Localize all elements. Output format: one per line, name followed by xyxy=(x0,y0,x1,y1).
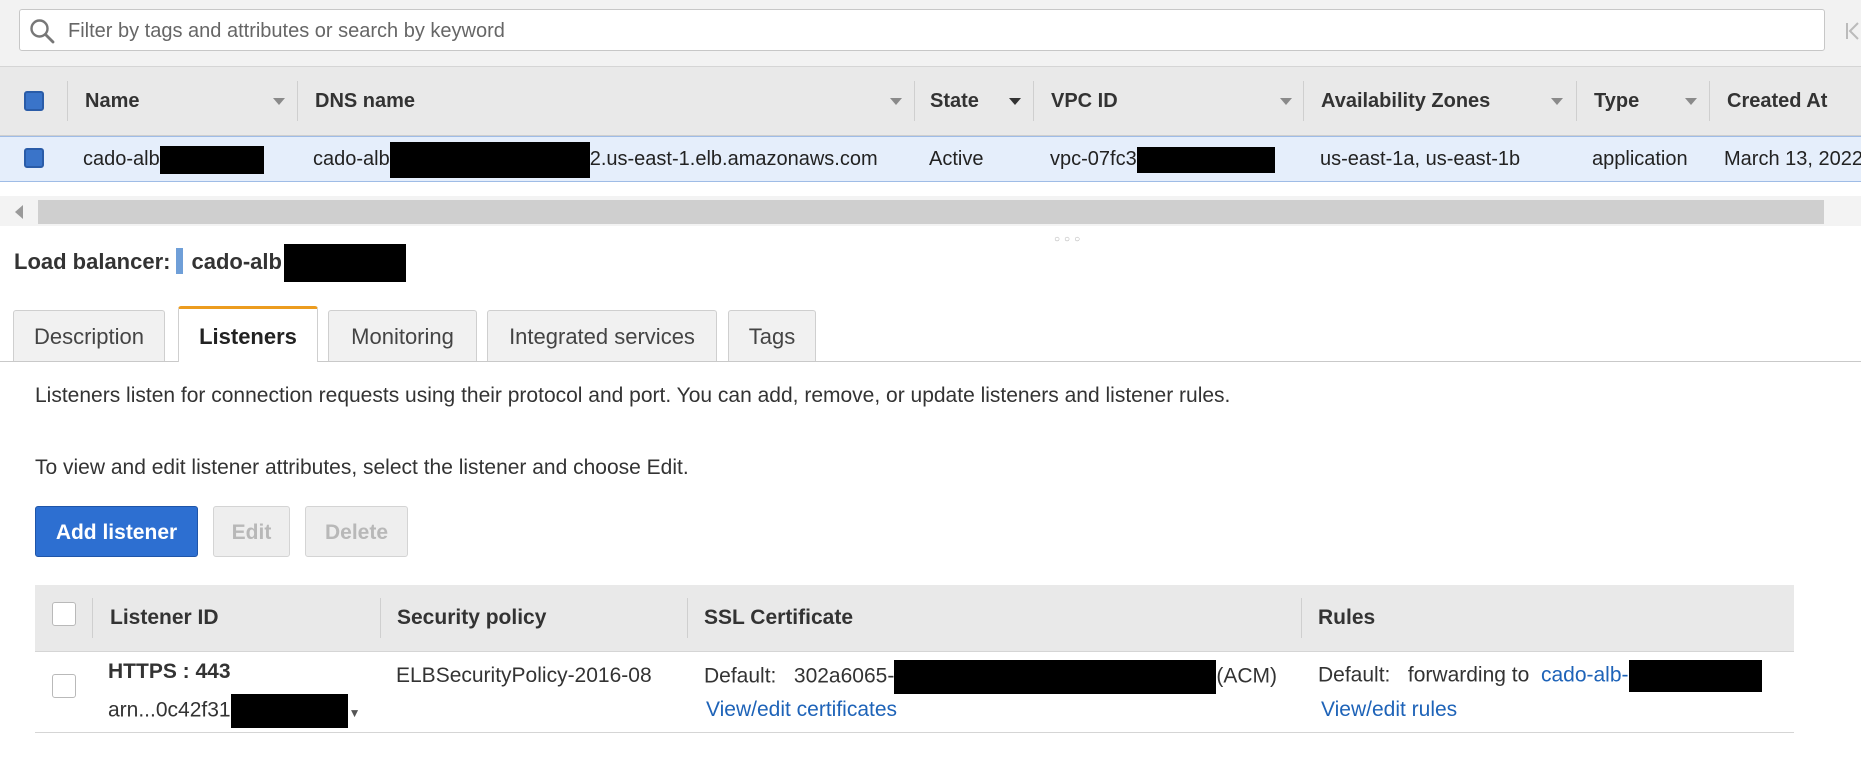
col-header-dns[interactable]: DNS name xyxy=(315,67,415,135)
scrollbar-thumb[interactable] xyxy=(38,200,1824,224)
details-title-name: cado-alb xyxy=(191,249,282,274)
listener-protocol-port: HTTPS : 443 xyxy=(108,660,231,683)
column-divider xyxy=(914,81,915,121)
search-icon xyxy=(30,19,55,44)
delete-button[interactable]: Delete xyxy=(305,506,408,557)
arn-expand-icon[interactable]: ▼ xyxy=(349,706,361,720)
rules-value: Default: forwarding to cado-alb- xyxy=(1318,660,1762,692)
search-band xyxy=(0,0,1861,67)
cert-id-text: 302a6065- xyxy=(793,664,895,688)
tab-monitoring[interactable]: Monitoring xyxy=(328,310,477,361)
table-row[interactable]: HTTPS : 443 arn...0c42f31 ▼ ELBSecurityPo… xyxy=(35,652,1794,733)
redacted-block xyxy=(389,141,590,178)
col-header-security-policy: Security policy xyxy=(397,606,547,629)
select-all-checkbox[interactable] xyxy=(24,91,44,111)
col-header-rules: Rules xyxy=(1318,606,1376,629)
cell-name: cado-alb xyxy=(83,137,264,181)
column-divider xyxy=(1576,81,1577,121)
dns-prefix-text: cado-alb xyxy=(313,148,390,170)
column-divider xyxy=(1301,598,1302,638)
cert-suffix: (ACM) xyxy=(1216,664,1277,688)
sort-caret-icon[interactable] xyxy=(890,98,902,105)
cell-state: Active xyxy=(929,148,984,170)
redacted-block xyxy=(159,145,264,174)
tab-description[interactable]: Description xyxy=(13,310,165,361)
col-header-created[interactable]: Created At xyxy=(1727,67,1827,135)
redacted-block xyxy=(230,694,348,728)
horizontal-scrollbar[interactable] xyxy=(0,196,1861,226)
table-row[interactable]: cado-alb cado-alb 2.us-east-1.elb.amazona… xyxy=(0,136,1861,182)
details-title-label: Load balancer: xyxy=(14,249,171,274)
col-header-name[interactable]: Name xyxy=(85,67,139,135)
col-header-az[interactable]: Availability Zones xyxy=(1321,67,1490,135)
col-header-type[interactable]: Type xyxy=(1594,67,1639,135)
sort-caret-icon[interactable] xyxy=(1280,98,1292,105)
listeners-instruction: To view and edit listener attributes, se… xyxy=(35,456,689,479)
listener-row-checkbox[interactable] xyxy=(52,674,76,698)
sort-caret-icon[interactable] xyxy=(1685,98,1697,105)
search-box[interactable] xyxy=(19,9,1825,51)
sort-caret-icon[interactable] xyxy=(273,98,285,105)
listener-arn-text: arn...0c42f31 xyxy=(108,698,231,722)
sort-caret-icon[interactable] xyxy=(1009,98,1021,105)
search-input[interactable] xyxy=(66,14,1770,48)
cell-az: us-east-1a, us-east-1b xyxy=(1320,148,1521,170)
cert-label: Default: xyxy=(704,664,777,688)
listeners-table-header: Listener ID Security policy SSL Certific… xyxy=(35,585,1794,652)
column-divider xyxy=(687,598,688,638)
ssl-certificate-value: Default: 302a6065- (ACM) xyxy=(704,660,1277,694)
title-accent xyxy=(176,248,184,275)
col-header-vpc[interactable]: VPC ID xyxy=(1051,67,1118,135)
details-title: Load balancer: cado-alb xyxy=(14,244,406,283)
redacted-block xyxy=(283,244,406,283)
listener-arn[interactable]: arn...0c42f31 ▼ xyxy=(108,694,360,728)
scroll-left-icon[interactable] xyxy=(15,205,23,219)
view-edit-certificates-link[interactable]: View/edit certificates xyxy=(706,698,897,722)
column-divider xyxy=(1033,81,1034,121)
column-divider xyxy=(297,81,298,121)
tab-integrated-services[interactable]: Integrated services xyxy=(487,310,717,361)
cell-type: application xyxy=(1592,148,1688,170)
tab-bar: Description Listeners Monitoring Integra… xyxy=(0,304,1861,362)
resize-handle-icon[interactable]: ○○○ xyxy=(1054,234,1084,245)
cell-dns: cado-alb 2.us-east-1.elb.amazonaws.com xyxy=(313,137,878,181)
redacted-block xyxy=(1628,660,1762,692)
col-header-state[interactable]: State xyxy=(930,67,979,135)
tab-listeners[interactable]: Listeners xyxy=(178,306,318,362)
column-divider xyxy=(67,81,68,121)
rules-text: forwarding to xyxy=(1407,663,1530,687)
first-page-icon[interactable] xyxy=(1844,20,1861,42)
column-divider xyxy=(380,598,381,638)
rules-label: Default: xyxy=(1318,663,1391,687)
dns-suffix-text: 2.us-east-1.elb.amazonaws.com xyxy=(589,148,878,170)
col-header-ssl-certificate: SSL Certificate xyxy=(704,606,853,629)
listeners-description: Listeners listen for connection requests… xyxy=(35,384,1231,407)
select-all-listeners-checkbox[interactable] xyxy=(52,602,76,626)
tab-tags[interactable]: Tags xyxy=(728,310,816,361)
sort-caret-icon[interactable] xyxy=(1551,98,1563,105)
row-checkbox[interactable] xyxy=(24,148,44,168)
column-divider xyxy=(1303,81,1304,121)
redacted-block xyxy=(1136,146,1275,173)
cell-vpc: vpc-07fc3 xyxy=(1050,137,1275,181)
listener-security-policy: ELBSecurityPolicy-2016-08 xyxy=(396,664,652,687)
edit-button[interactable]: Edit xyxy=(213,506,290,557)
view-edit-rules-link[interactable]: View/edit rules xyxy=(1321,698,1457,722)
lb-table-header: Name DNS name State VPC ID Availability … xyxy=(0,67,1861,136)
vpc-id-text: vpc-07fc3 xyxy=(1050,148,1137,170)
add-listener-button[interactable]: Add listener xyxy=(35,506,198,557)
col-header-listener-id: Listener ID xyxy=(110,606,219,629)
lb-name-text: cado-alb xyxy=(83,148,160,170)
cell-created: March 13, 2022 xyxy=(1724,148,1861,170)
column-divider xyxy=(1709,81,1710,121)
redacted-block xyxy=(894,660,1217,694)
rules-target-link[interactable]: cado-alb- xyxy=(1541,664,1629,687)
column-divider xyxy=(92,598,93,638)
